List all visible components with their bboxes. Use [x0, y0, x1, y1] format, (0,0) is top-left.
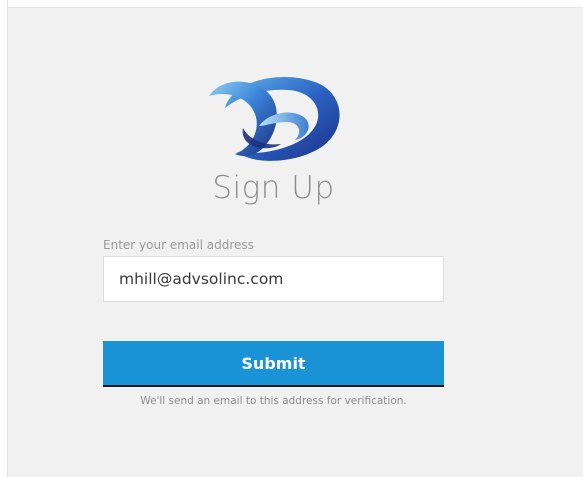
sign-up-page: Sign Up Enter your email address Submit …	[0, 0, 583, 477]
window-top-edge	[0, 0, 583, 8]
email-field-label: Enter your email address	[103, 238, 254, 252]
submit-button[interactable]: Submit	[103, 341, 444, 387]
page-title: Sign Up	[212, 170, 335, 206]
verification-helper-text: We'll send an email to this address for …	[140, 395, 407, 407]
window-left-edge	[0, 0, 8, 477]
email-field[interactable]	[103, 256, 444, 302]
swirl-logo-icon	[209, 77, 340, 161]
